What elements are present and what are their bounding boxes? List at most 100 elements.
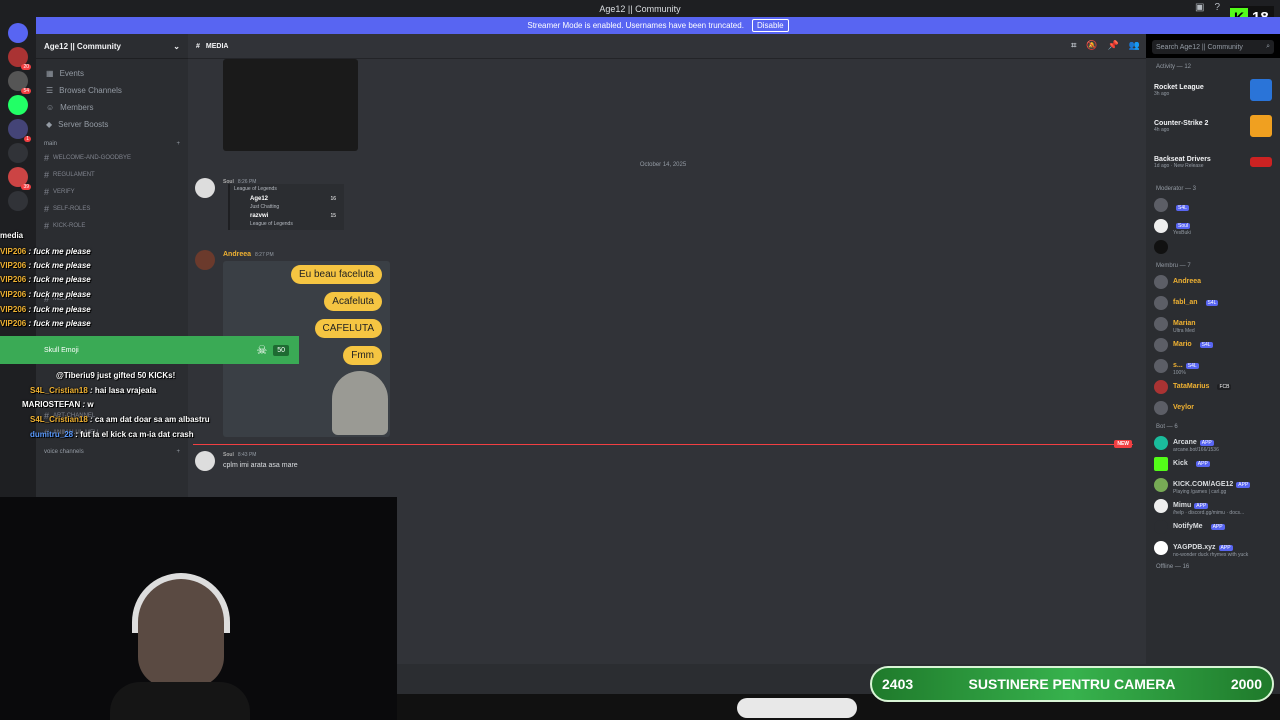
member-tag: S4L: [1199, 341, 1213, 348]
category-label: main: [44, 141, 58, 147]
member-item[interactable]: Mario S4L: [1146, 334, 1280, 355]
stream-chat-line: media: [0, 231, 300, 240]
counter-strike-icon: [1250, 115, 1272, 137]
member-sub: 100%: [1173, 369, 1186, 376]
bot-sub: arcane.bot/166/1536: [1173, 446, 1219, 453]
avatar: [1154, 274, 1168, 289]
gift-text: Skull Emoji: [44, 346, 79, 354]
server-icon[interactable]: [8, 191, 28, 211]
server-icon[interactable]: 20: [8, 47, 31, 70]
app-tag: APP: [1218, 544, 1233, 551]
meme-bubble: Fmm: [343, 346, 382, 365]
server-icon[interactable]: 54: [8, 71, 31, 94]
chat-user: VIP206: [0, 305, 27, 314]
goal-target: 2000: [1230, 676, 1262, 692]
membru-header: Membru — 7: [1156, 263, 1191, 269]
stream-chat-line: VIP206 : fuck me please: [0, 290, 91, 299]
member-item[interactable]: [1146, 236, 1280, 257]
member-item[interactable]: s... S4L 100%: [1146, 355, 1280, 376]
bot-item[interactable]: KICK.COM/AGE12 APP Playing /games | carl.g…: [1146, 474, 1280, 495]
avatar[interactable]: [195, 178, 215, 198]
activity-sub: 1d ago · New Release: [1154, 162, 1204, 169]
bot-item[interactable]: YAGPDB.xyz APP no-wonder duck rhymes with …: [1146, 537, 1280, 558]
bot-sub: no-wonder duck rhymes with yuck: [1173, 551, 1249, 558]
bot-item[interactable]: NotifyMe APP: [1146, 516, 1280, 537]
activity-embed[interactable]: League of Legends Age12 Just Chatting 16…: [228, 184, 344, 230]
avatar: [1154, 400, 1168, 415]
activity-sub: 4h ago: [1154, 126, 1170, 133]
activity-item[interactable]: Counter-Strike 2 4h ago: [1146, 108, 1280, 144]
avatar: [1154, 337, 1168, 352]
chat-user: VIP206: [0, 261, 27, 270]
channel-item[interactable]: # verify: [36, 183, 188, 200]
mute-icon[interactable]: 🔕: [1086, 40, 1097, 51]
date-divider: October 14, 2025: [639, 162, 687, 168]
member-item[interactable]: TataMarius FCB: [1146, 376, 1280, 397]
threads-icon[interactable]: ⌗: [1071, 40, 1076, 51]
member-item[interactable]: Soul YesBuki: [1146, 215, 1280, 236]
plus-icon[interactable]: +: [176, 449, 180, 455]
bot-sub: Playing /games | carl.gg: [1173, 488, 1227, 495]
activity-name: Backseat Drivers: [1154, 155, 1211, 163]
nav-browse-channels[interactable]: ☰ Browse Channels: [36, 82, 188, 99]
server-icon[interactable]: [8, 95, 28, 115]
chat-text: media: [0, 231, 24, 240]
nav-server-boosts[interactable]: ◆ Server Boosts: [36, 116, 188, 133]
member-tag: S4L: [1205, 299, 1219, 306]
embed-user-count: 15: [330, 213, 336, 219]
server-icon[interactable]: 39: [8, 167, 31, 190]
avatar: [1154, 197, 1168, 212]
window-title: Age12 || Community: [599, 3, 681, 14]
chat-text: fuck me please: [33, 319, 91, 328]
activity-item[interactable]: Backseat Drivers 1d ago · New Release: [1146, 144, 1280, 180]
hash-icon: #: [44, 169, 50, 180]
channel-item[interactable]: # welcome-and-goodbye: [36, 149, 188, 166]
activity-item[interactable]: Rocket League 3h ago: [1146, 72, 1280, 108]
bot-item[interactable]: Kick APP: [1146, 453, 1280, 474]
search-input[interactable]: Search Age12 || Community ⌕: [1152, 40, 1274, 54]
calendar-icon: ▦: [46, 69, 54, 78]
stream-chat-line: dumitru_28 : fut la el kick ca m-ia dat …: [30, 430, 194, 439]
bot-name: Arcane: [1173, 438, 1197, 446]
avatar[interactable]: [195, 451, 215, 471]
timestamp: 8:43 PM: [237, 452, 257, 458]
bot-item[interactable]: Mimu APP/help · discord.gg/mimu · docs...: [1146, 495, 1280, 516]
nav-events[interactable]: ▦ Events: [36, 65, 188, 82]
disable-button[interactable]: Disable: [751, 19, 789, 32]
hash-icon: #: [196, 42, 200, 50]
member-list-icon[interactable]: 👥: [1129, 40, 1140, 51]
server-icon[interactable]: [8, 143, 28, 163]
inbox-icon[interactable]: ▣: [1195, 2, 1204, 13]
channel-item[interactable]: # regulament: [36, 166, 188, 183]
channel-item[interactable]: # self-roles: [36, 200, 188, 217]
image-attachment[interactable]: [223, 59, 358, 151]
member-item[interactable]: Andreea: [1146, 271, 1280, 292]
stream-chat-line: VIP206 : fuck me please: [0, 319, 91, 328]
app-tag: APP: [1236, 481, 1251, 488]
discord-home-icon[interactable]: [8, 23, 28, 43]
chat-user: MARIOSTEFAN: [22, 400, 81, 409]
server-icon[interactable]: 1: [8, 119, 31, 142]
stream-chat-line: MARIOSTEFAN : w: [22, 400, 94, 409]
channel-header: # media ⌗ 🔕 📌 👥: [188, 34, 1146, 59]
category-voice[interactable]: voice channels +: [36, 441, 188, 457]
member-item[interactable]: Veylor: [1146, 397, 1280, 418]
plus-icon[interactable]: +: [176, 141, 180, 147]
hash-icon: #: [44, 203, 50, 214]
member-item[interactable]: fabl_an S4L: [1146, 292, 1280, 313]
meme-bubble: Eu beau faceluta: [290, 265, 382, 284]
member-sub: YesBuki: [1173, 229, 1191, 236]
chat-text: @Tiberiu9 just gifted 50 KICKs!: [56, 371, 176, 380]
bot-name: Mimu: [1173, 501, 1192, 509]
app-tag: APP: [1194, 502, 1209, 509]
server-badge: 39: [21, 184, 31, 190]
category-main[interactable]: main +: [36, 133, 188, 149]
member-item[interactable]: S4L: [1146, 194, 1280, 215]
nav-members[interactable]: ☺ Members: [36, 99, 188, 116]
guild-header[interactable]: Age12 || Community ⌄: [36, 34, 188, 59]
meme-bubble: CAFELUTA: [314, 319, 382, 338]
bot-item[interactable]: Arcane APP arcane.bot/166/1536: [1146, 432, 1280, 453]
help-icon[interactable]: ?: [1214, 2, 1220, 13]
member-item[interactable]: Marian Ultra Med: [1146, 313, 1280, 334]
pin-icon[interactable]: 📌: [1108, 40, 1119, 51]
